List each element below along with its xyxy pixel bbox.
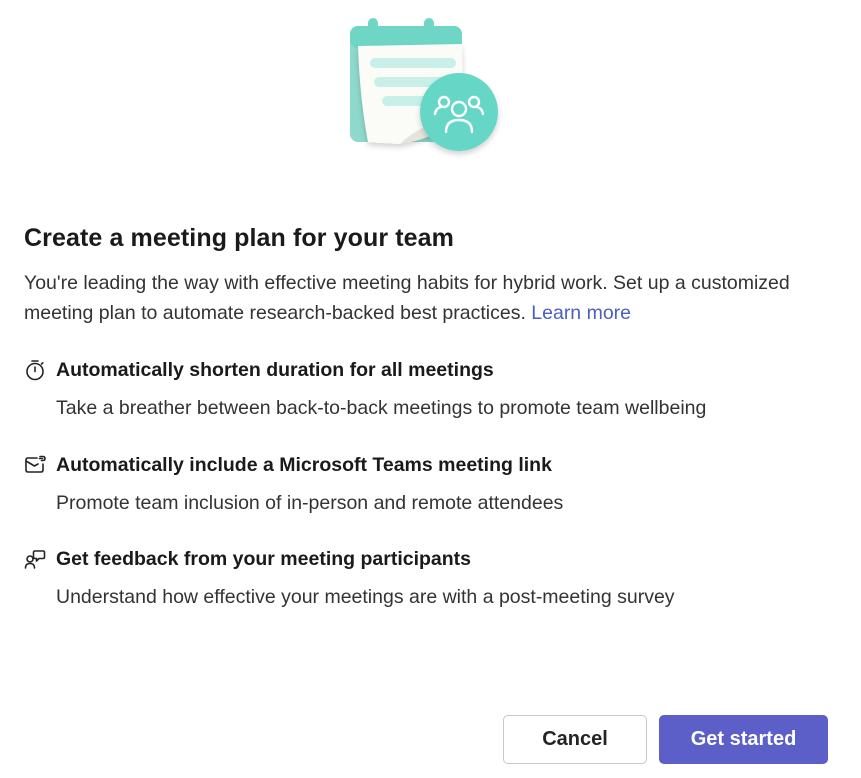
feature-description: Promote team inclusion of in-person and … xyxy=(56,492,564,514)
dialog-intro: You're leading the way with effective me… xyxy=(24,268,824,328)
get-started-button[interactable]: Get started xyxy=(659,715,828,764)
feature-description: Take a breather between back-to-back mee… xyxy=(56,397,707,419)
feature-shorten-duration: Automatically shorten duration for all m… xyxy=(24,356,824,420)
learn-more-link[interactable]: Learn more xyxy=(531,302,631,324)
feature-title: Automatically include a Microsoft Teams … xyxy=(56,453,552,476)
feature-feedback: Get feedback from your meeting participa… xyxy=(24,545,824,609)
meeting-plan-illustration xyxy=(350,18,498,151)
feature-title: Get feedback from your meeting participa… xyxy=(56,547,472,570)
feature-title: Automatically shorten duration for all m… xyxy=(56,358,494,381)
feature-teams-link: Automatically include a Microsoft Teams … xyxy=(24,451,824,515)
intro-text: You're leading the way with effective me… xyxy=(24,272,790,324)
cancel-button[interactable]: Cancel xyxy=(503,715,647,764)
feedback-icon xyxy=(24,547,48,571)
timer-icon xyxy=(24,358,48,382)
meeting-link-icon xyxy=(24,453,48,477)
feature-description: Understand how effective your meetings a… xyxy=(56,586,675,608)
dialog-title: Create a meeting plan for your team xyxy=(24,224,455,252)
meeting-plan-dialog: Create a meeting plan for your team You'… xyxy=(0,0,861,778)
